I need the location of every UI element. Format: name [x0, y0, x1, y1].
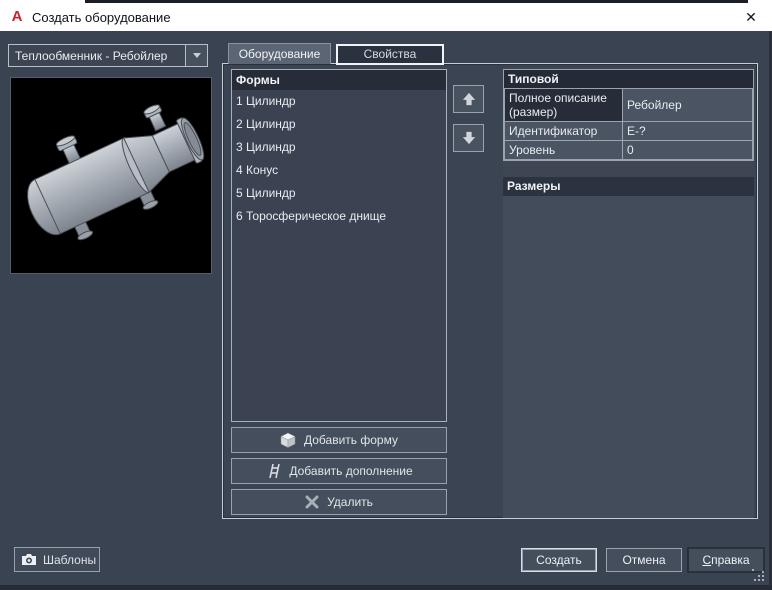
cube-icon [280, 432, 296, 448]
property-label[interactable]: Уровень [504, 140, 623, 160]
list-item[interactable]: 2 Цилиндр [232, 113, 446, 136]
cancel-label: Отмена [622, 553, 666, 567]
chevron-down-icon [192, 53, 201, 58]
table-row[interactable]: Идентификатор E-? [504, 121, 753, 141]
list-item[interactable]: 6 Торосферическое днище [232, 205, 446, 228]
arrow-up-icon [462, 92, 475, 106]
reboiler-3d-image [27, 104, 205, 241]
ladder-icon [269, 463, 281, 479]
templates-label: Шаблоны [43, 552, 97, 567]
delete-button[interactable]: Удалить [231, 489, 447, 515]
move-up-button[interactable] [453, 85, 484, 113]
tab-equipment[interactable]: Оборудование [228, 43, 331, 64]
create-button[interactable]: Создать [521, 548, 597, 572]
help-label: Справка [702, 553, 750, 567]
autocad-logo-icon: A [11, 8, 23, 25]
dialog-bottom-edge [0, 585, 772, 590]
property-value[interactable]: 0 [622, 140, 753, 160]
combo-dropdown-button[interactable] [185, 45, 207, 66]
close-button[interactable]: ✕ [736, 3, 766, 31]
grip-dots-icon [752, 569, 754, 571]
table-row[interactable]: Полное описание (размер) Ребойлер [504, 88, 753, 122]
arrow-down-icon [462, 131, 475, 145]
dimensions-group: Размеры [503, 177, 754, 518]
dimensions-group-header: Размеры [503, 177, 754, 196]
shapes-list[interactable]: Формы 1 Цилиндр 2 Цилиндр 3 Цилиндр 4 Ко… [231, 69, 447, 422]
list-item[interactable]: 5 Цилиндр [232, 182, 446, 205]
general-properties-table: Полное описание (размер) Ребойлер Иденти… [504, 88, 753, 160]
move-down-button[interactable] [453, 124, 484, 152]
add-attachment-button[interactable]: Добавить дополнение [231, 458, 447, 484]
add-shape-button[interactable]: Добавить форму [231, 427, 447, 453]
window-title: Создать оборудование [32, 9, 171, 25]
close-icon: ✕ [745, 9, 757, 25]
properties-panel: Типовой Полное описание (размер) Ребойле… [503, 67, 754, 518]
equipment-type-select[interactable]: Теплообменник - Ребойлер [8, 44, 208, 67]
general-group-header: Типовой [504, 70, 753, 88]
list-item[interactable]: 4 Конус [232, 159, 446, 182]
equipment-tab-page: Формы 1 Цилиндр 2 Цилиндр 3 Цилиндр 4 Ко… [222, 63, 758, 519]
tab-properties[interactable]: Свойства [336, 44, 444, 65]
shapes-list-header: Формы [232, 70, 446, 90]
titlebar: A Создать оборудование ✕ [0, 3, 772, 31]
add-shape-label: Добавить форму [304, 433, 398, 447]
property-label[interactable]: Идентификатор [504, 121, 623, 141]
templates-button[interactable]: Шаблоны [14, 547, 100, 572]
cancel-button[interactable]: Отмена [606, 548, 682, 572]
delete-label: Удалить [327, 495, 373, 509]
resize-grip[interactable] [752, 569, 766, 583]
property-value[interactable]: E-? [622, 121, 753, 141]
add-attachment-label: Добавить дополнение [289, 464, 413, 478]
list-item[interactable]: 3 Цилиндр [232, 136, 446, 159]
equipment-preview [10, 77, 212, 274]
camera-icon [22, 554, 36, 565]
x-delete-icon [305, 495, 319, 509]
create-label: Создать [536, 553, 582, 567]
general-group: Типовой Полное описание (размер) Ребойле… [503, 69, 754, 161]
table-row[interactable]: Уровень 0 [504, 140, 753, 160]
list-item[interactable]: 1 Цилиндр [232, 90, 446, 113]
property-value[interactable]: Ребойлер [622, 88, 753, 122]
property-label[interactable]: Полное описание (размер) [504, 88, 623, 122]
equipment-type-value: Теплообменник - Ребойлер [15, 48, 168, 63]
